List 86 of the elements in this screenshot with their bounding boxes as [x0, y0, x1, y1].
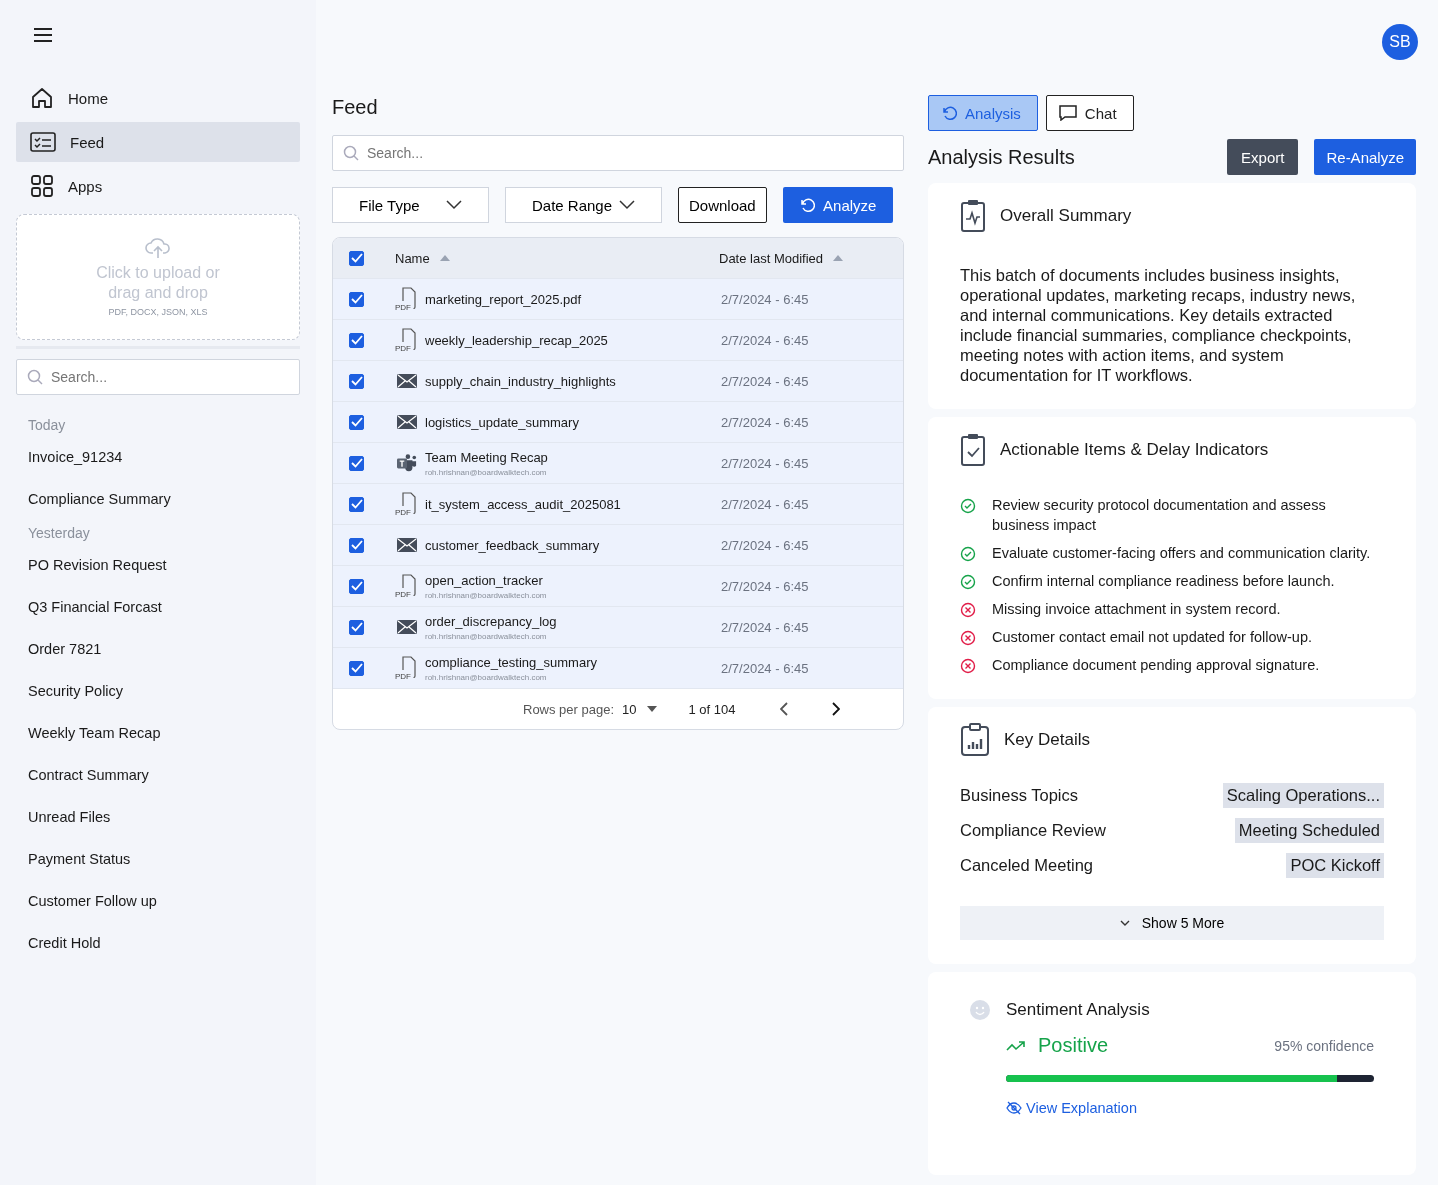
history-item[interactable]: Credit Hold: [28, 935, 288, 951]
sender-email: roh.hrishnan@boardwalktech.com: [425, 467, 548, 477]
action-item-text: Evaluate customer-facing offers and communication clarity.: [992, 544, 1371, 563]
card-title: Overall Summary: [1000, 206, 1132, 226]
detail-label: Canceled Meeting: [960, 856, 1093, 875]
action-item-text: Missing invoice attachment in system record.: [992, 600, 1281, 619]
history-item[interactable]: PO Revision Request: [28, 557, 288, 573]
file-type-label: PDF: [395, 591, 411, 599]
history-item[interactable]: Contract Summary: [28, 767, 288, 783]
sentiment-label: Positive: [1038, 1034, 1110, 1057]
summary-text: This batch of documents includes business insights, operational updates, marketing recaps, industry news, and internal communications. Key details extracted include financial summaries, compliance checkpoints, meeting notes with action items, and system documentation for IT workflows.: [960, 265, 1357, 385]
file-name[interactable]: weekly_leadership_recap_2025: [425, 332, 721, 348]
file-type-label: PDF: [395, 304, 411, 312]
file-name[interactable]: marketing_report_2025.pdf: [425, 291, 721, 307]
group-label: Today: [28, 417, 67, 433]
upload-text: Click to upload or drag and drop: [95, 263, 221, 303]
show-more-button[interactable]: Show 5 More: [960, 906, 1384, 940]
file-name[interactable]: logistics_update_summary: [425, 414, 721, 430]
nav-item[interactable]: Feed: [16, 122, 300, 162]
file-type-label: PDF: [395, 673, 411, 681]
user-avatar[interactable]: SB: [1382, 24, 1418, 60]
date-cell: 2/7/2024 - 6:45: [721, 660, 809, 676]
view-explanation-link[interactable]: View Explanation: [1006, 1100, 1374, 1116]
export-button[interactable]: Export: [1227, 139, 1299, 175]
history-item[interactable]: Q3 Financial Forcast: [28, 599, 288, 615]
date-cell: 2/7/2024 - 6:45: [721, 537, 809, 553]
history-item[interactable]: Security Policy: [28, 683, 288, 699]
date-cell: 2/7/2024 - 6:45: [721, 291, 809, 307]
column-header[interactable]: Name: [395, 250, 719, 266]
sender-email: roh.hrishnan@boardwalktech.com: [425, 590, 548, 600]
nav-item[interactable]: Home: [16, 78, 300, 118]
history-item[interactable]: Compliance Summary: [28, 491, 288, 507]
detail-tag: Scaling Operations...: [1222, 783, 1384, 808]
detail-tag: POC Kickoff: [1286, 853, 1384, 878]
card-title: Actionable Items & Delay Indicators: [1000, 440, 1269, 460]
column-header[interactable]: Date last Modified: [719, 250, 844, 266]
date-cell: 2/7/2024 - 6:45: [721, 414, 809, 430]
download-button[interactable]: Download: [678, 187, 767, 223]
detail-label: Business Topics: [960, 786, 1078, 805]
date-cell: 2/7/2024 - 6:45: [721, 496, 809, 512]
analyze-button[interactable]: Analyze: [782, 187, 893, 223]
confidence-text: 95% confidence: [1274, 1037, 1374, 1054]
rows-per-page-select[interactable]: 10: [622, 701, 657, 717]
reanalyze-button[interactable]: Re-Analyze: [1314, 139, 1416, 175]
card-title: Sentiment Analysis: [1006, 1000, 1150, 1020]
file-name[interactable]: supply_chain_industry_highlights: [425, 373, 721, 389]
action-item-text: Customer contact email not updated for follow-up.: [992, 628, 1312, 647]
file-name[interactable]: customer_feedback_summary: [425, 537, 721, 553]
section-title: Analysis Results: [928, 145, 1076, 169]
file-name[interactable]: order_discrepancy_log: [425, 613, 721, 629]
card-title: Key Details: [1004, 730, 1090, 750]
file-name[interactable]: compliance_testing_summary: [425, 654, 721, 670]
detail-tag: Meeting Scheduled: [1234, 818, 1384, 843]
nav-item[interactable]: Apps: [16, 166, 300, 206]
rows-per-page-label: Rows per page:: [523, 701, 615, 717]
history-item[interactable]: Unread Files: [28, 809, 288, 825]
history-item[interactable]: Weekly Team Recap: [28, 725, 288, 741]
date-cell: 2/7/2024 - 6:45: [721, 373, 809, 389]
filter-dropdown[interactable]: Date Range: [505, 187, 662, 223]
history-item[interactable]: Payment Status: [28, 851, 288, 867]
page-indicator: 1 of 104: [688, 701, 736, 717]
search-field[interactable]: Search...: [332, 135, 904, 171]
file-name[interactable]: Team Meeting Recap: [425, 449, 721, 465]
action-item-text: Review security protocol documentation and assess business impact: [992, 496, 1327, 535]
search-field[interactable]: Search...: [16, 359, 300, 395]
upload-formats: PDF, DOCX, JSON, XLS: [108, 307, 208, 317]
date-cell: 2/7/2024 - 6:45: [721, 455, 809, 471]
file-name[interactable]: it_system_access_audit_2025081: [425, 496, 721, 512]
sender-email: roh.hrishnan@boardwalktech.com: [425, 631, 548, 641]
date-cell: 2/7/2024 - 6:45: [721, 619, 809, 635]
action-item-text: Confirm internal compliance readiness before launch.: [992, 572, 1335, 591]
filter-dropdown[interactable]: File Type: [332, 187, 489, 223]
history-item[interactable]: Order 7821: [28, 641, 288, 657]
date-cell: 2/7/2024 - 6:45: [721, 332, 809, 348]
history-item[interactable]: Customer Follow up: [28, 893, 288, 909]
group-label: Yesterday: [28, 525, 91, 541]
sender-email: roh.hrishnan@boardwalktech.com: [425, 672, 548, 682]
page-title: Feed: [332, 96, 379, 119]
action-item-text: Compliance document pending approval signature.: [992, 656, 1320, 675]
detail-label: Compliance Review: [960, 821, 1106, 840]
view-tab[interactable]: Chat: [1045, 95, 1134, 131]
file-type-label: PDF: [395, 509, 411, 517]
history-item[interactable]: Invoice_91234: [28, 449, 288, 465]
date-cell: 2/7/2024 - 6:45: [721, 578, 809, 594]
file-name[interactable]: open_action_tracker: [425, 572, 721, 588]
file-type-label: PDF: [395, 345, 411, 353]
